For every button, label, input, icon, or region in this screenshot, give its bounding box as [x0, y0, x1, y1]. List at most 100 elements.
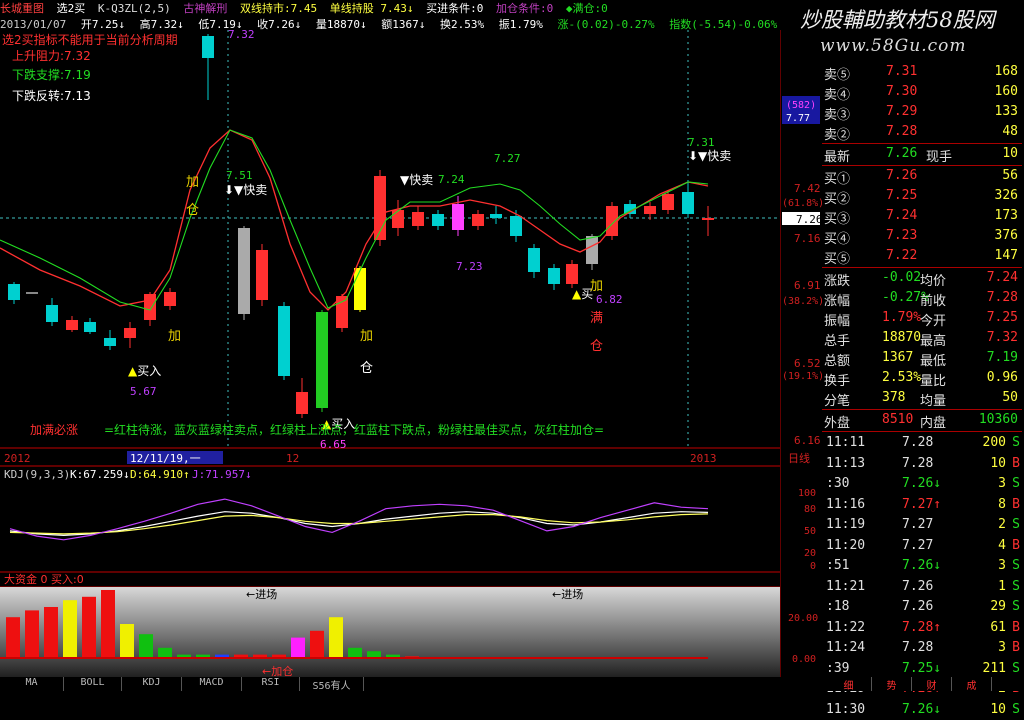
- signal-buy-1: ▲买入: [128, 364, 161, 378]
- axis-box-count: (582): [786, 100, 816, 111]
- axis-tick-652: 6.52: [794, 357, 821, 370]
- label-567: 5.67: [130, 385, 157, 398]
- candle-body: [278, 306, 290, 376]
- volume-bar: [25, 610, 39, 658]
- x-tick-2013: 2013: [690, 452, 717, 465]
- candle-body: [528, 248, 540, 272]
- ohlc-volume: 量18870↓: [315, 18, 367, 30]
- add-label-1a: 加: [186, 175, 199, 190]
- indicator-0: 选2买: [56, 2, 86, 15]
- candle-body: [566, 264, 578, 284]
- tick-volume: 10: [990, 701, 1006, 717]
- buy-price: 7.22: [886, 248, 918, 263]
- tick-volume: 4: [998, 537, 1006, 553]
- sell-label: 卖③: [824, 108, 851, 123]
- tick-side: S: [1012, 558, 1020, 573]
- buy-label: 买②: [824, 192, 851, 207]
- indicator-5: 买进条件:0: [426, 2, 484, 15]
- axis-tick-742: 7.42: [794, 182, 821, 195]
- inner-label: 内盘: [920, 416, 947, 431]
- volume-bar: [63, 600, 77, 658]
- tick-side: B: [1012, 455, 1020, 471]
- ohlc-close: 收7.26↓: [257, 18, 302, 30]
- ohlc-amplitude: 振1.79%: [498, 18, 543, 30]
- axis-box-price: 7.77: [786, 113, 810, 124]
- stat-value: -0.02: [882, 270, 922, 285]
- tick-price: 7.27: [902, 517, 934, 532]
- buy-price: 7.25: [886, 188, 918, 203]
- tick-time: :18: [826, 599, 850, 614]
- candle-body: [84, 322, 96, 332]
- tab-boll[interactable]: BOLL: [64, 677, 122, 691]
- main-chart[interactable]: 选2买指标不能用于当前分析周期 上升阻力:7.32 下跌支撑:7.19 下跌反转…: [0, 30, 780, 677]
- side-tab-detail[interactable]: 细: [826, 677, 872, 692]
- buy-label: 买⑤: [824, 252, 851, 267]
- tick-price: 7.27: [902, 537, 934, 553]
- candle-body: [472, 214, 484, 226]
- candle-body: [144, 294, 156, 320]
- tick-row: 11:24 7.28 3 B: [822, 638, 1022, 658]
- legend-description: =红柱待涨，蓝灰蓝绿柱卖点，红绿柱上涨点，红蓝柱下跌点，粉绿柱最佳买点，灰红柱加…: [104, 422, 604, 437]
- sell-volume: 48: [1002, 124, 1018, 139]
- axis-tick-618: (61.8%): [782, 198, 822, 209]
- sell-label: 卖⑤: [824, 68, 851, 83]
- volume-annotation-2: ←进场: [552, 587, 583, 601]
- tick-volume: 3: [998, 558, 1006, 573]
- candle-body: [606, 206, 618, 236]
- tab-macd[interactable]: MACD: [182, 677, 242, 691]
- sell-label: 卖④: [824, 88, 851, 103]
- candle-body: [412, 212, 424, 226]
- add-label-4c: 仓: [590, 339, 603, 354]
- stat-value-2: 7.28: [986, 290, 1018, 305]
- label-724: 7.24: [438, 173, 465, 186]
- tab-kdj[interactable]: KDJ: [122, 677, 182, 691]
- buy-label: 买④: [824, 232, 851, 247]
- stat-label-2: 均量: [920, 394, 947, 409]
- stat-row: 涨跌 -0.02 均价 7.24: [822, 268, 1022, 289]
- ohlc-high: 高7.32↓: [139, 18, 184, 30]
- ohlc-row: 2013/01/07 开7.25↓ 高7.32↓ 低7.19↓ 收7.26↓ 量…: [0, 16, 780, 30]
- sell-price: 7.30: [886, 84, 918, 99]
- tick-time: 11:30: [826, 701, 866, 717]
- label-731: 7.31: [688, 136, 715, 149]
- side-tab-deals[interactable]: 成: [952, 677, 992, 692]
- tick-side: S: [1012, 701, 1020, 717]
- tab-ma[interactable]: MA: [0, 677, 64, 691]
- sell-volume: 168: [994, 64, 1018, 79]
- buy-row: 买④ 7.23 376: [822, 226, 1022, 247]
- vol-tick-20: 20.00: [788, 613, 818, 624]
- indicator-1: K-Q3ZL(2,5): [97, 2, 171, 15]
- sell-row: 卖⑤ 7.31 168: [822, 62, 1022, 83]
- stat-value-2: 50: [1002, 390, 1018, 405]
- side-tab-trend[interactable]: 势: [872, 677, 912, 692]
- tick-price: 7.28: [902, 435, 934, 450]
- stat-row: 涨幅 -0.27% 前收 7.28: [822, 288, 1022, 309]
- sell-row: 卖③ 7.29 133: [822, 102, 1022, 123]
- tab-s56[interactable]: S56有人: [300, 677, 364, 692]
- stat-label-2: 最低: [920, 354, 947, 369]
- tick-volume: 29: [990, 599, 1006, 614]
- tick-price: 7.26↓: [902, 558, 942, 573]
- candle-body: [124, 328, 136, 338]
- candle-body: [644, 206, 656, 214]
- candle-body: [66, 320, 78, 330]
- candle-body: [8, 284, 20, 300]
- stat-label-2: 最高: [920, 334, 947, 349]
- label-665: 6.65: [320, 438, 347, 451]
- tick-price: 7.25↓: [902, 660, 942, 676]
- kdj-tick-80: 80: [804, 504, 816, 515]
- ohlc-amount: 额1367↓: [381, 18, 426, 30]
- outer-value: 8510: [882, 412, 914, 427]
- ohlc-index: 指数(-5.54)-0.06%: [669, 18, 778, 30]
- tick-side: S: [1012, 435, 1020, 450]
- add-label-2: 加: [168, 329, 181, 344]
- add-label-4b: 满: [590, 311, 603, 326]
- side-tab-finance[interactable]: 财: [912, 677, 952, 692]
- tick-volume: 1: [998, 578, 1006, 594]
- add-label-3b: 仓: [360, 361, 373, 376]
- x-tick-12: 12: [286, 452, 299, 465]
- axis-tick-616: 6.16: [794, 434, 821, 447]
- tick-volume: 10: [990, 455, 1006, 471]
- tab-rsi[interactable]: RSI: [242, 677, 300, 691]
- candle-body: [662, 194, 674, 210]
